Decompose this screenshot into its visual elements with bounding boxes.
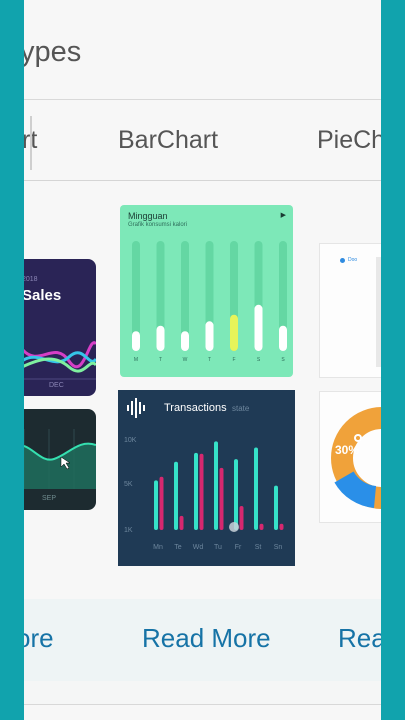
weekly-day-label: T <box>159 357 162 363</box>
transactions-bar-b <box>159 476 164 530</box>
weekly-day-label: S <box>281 357 285 363</box>
weekly-day-label: W <box>183 357 188 363</box>
donut-chart-card[interactable]: 30% <box>319 391 381 523</box>
transactions-bar-b <box>279 523 284 530</box>
x-tick-label: Wd <box>193 544 204 551</box>
app-screen: ypes rt BarChart PieCh 2018 Sales DEC <box>24 0 381 720</box>
weekly-bar <box>254 304 263 351</box>
transactions-bar-a <box>254 447 258 530</box>
touch-indicator-icon <box>229 522 239 532</box>
read-more-link[interactable]: Read More <box>142 623 271 654</box>
y-tick-label: 1K <box>124 527 133 534</box>
x-tick-label: St <box>255 544 262 551</box>
transactions-bar-b <box>219 467 224 530</box>
weekly-bar <box>156 325 165 351</box>
weekly-day-label: T <box>208 357 211 363</box>
area-month: SEP <box>42 495 57 502</box>
weekly-bar <box>181 331 189 351</box>
legend-scroll <box>376 257 381 367</box>
area-chart <box>24 429 96 489</box>
transactions-bar-a <box>274 485 278 530</box>
donut-label: 30% <box>335 443 360 457</box>
sales-month: DEC <box>49 382 64 389</box>
weekly-bar-card[interactable]: Mingguan Grafik konsumsi kalori ▶ MTWTFS… <box>120 205 293 377</box>
legend-label: Doo <box>348 257 358 263</box>
transactions-card[interactable]: Transactions state 10K 5K 1K Mn Te Wd Tu Fr St Sn <box>118 390 295 566</box>
transactions-bar-a <box>234 459 238 530</box>
tab-divider <box>30 116 32 170</box>
transactions-bar-b <box>199 453 204 530</box>
tab-barchart[interactable]: BarChart <box>118 126 218 155</box>
area-chart-card[interactable]: SEP <box>24 409 96 510</box>
weekly-bar <box>205 321 214 351</box>
donut-chart <box>331 407 381 509</box>
transactions-bar-b <box>179 515 184 530</box>
transactions-bar-b <box>239 506 244 530</box>
sales-year: 2018 <box>24 276 38 283</box>
y-tick-label: 5K <box>124 481 133 488</box>
weekly-bar <box>230 314 238 351</box>
transactions-bar-a <box>214 441 218 530</box>
weekly-bar <box>279 325 287 351</box>
weekly-bars: MTWTFSS <box>132 241 287 363</box>
bottom-bar <box>24 704 381 720</box>
transactions-bar-a <box>154 480 158 530</box>
pie-legend-card[interactable]: Doo <box>319 243 381 378</box>
read-more-link-left[interactable]: ore <box>24 623 54 654</box>
x-tick-label: Mn <box>153 544 163 551</box>
weekly-day-label: S <box>257 357 261 363</box>
weekly-day-label: M <box>134 357 138 363</box>
page-title: ypes <box>24 36 82 68</box>
transactions-bar-a <box>174 461 178 530</box>
x-tick-label: Te <box>174 544 182 551</box>
x-tick-label: Sn <box>274 544 283 551</box>
header-bar: ypes <box>24 0 381 100</box>
sales-chart-card[interactable]: 2018 Sales DEC <box>24 259 96 396</box>
x-tick-label: Fr <box>235 544 242 551</box>
weekly-bar <box>132 331 140 351</box>
legend-dot-icon <box>340 258 345 263</box>
y-tick-label: 10K <box>124 437 137 444</box>
transactions-bar-chart: 10K 5K 1K Mn Te Wd Tu Fr St Sn <box>124 437 284 551</box>
weekly-day-label: F <box>232 357 235 363</box>
transactions-bar-a <box>194 452 198 530</box>
chart-type-tabs: rt BarChart PieCh <box>24 100 381 181</box>
transactions-bar-b <box>259 523 264 530</box>
tab-piechart[interactable]: PieCh <box>317 126 381 155</box>
chart-gallery: 2018 Sales DEC SEP Minggua <box>24 181 381 599</box>
x-tick-label: Tu <box>214 544 222 551</box>
read-more-link-right[interactable]: Rea <box>338 623 381 654</box>
read-more-bar: ore Read More Rea <box>24 599 381 681</box>
